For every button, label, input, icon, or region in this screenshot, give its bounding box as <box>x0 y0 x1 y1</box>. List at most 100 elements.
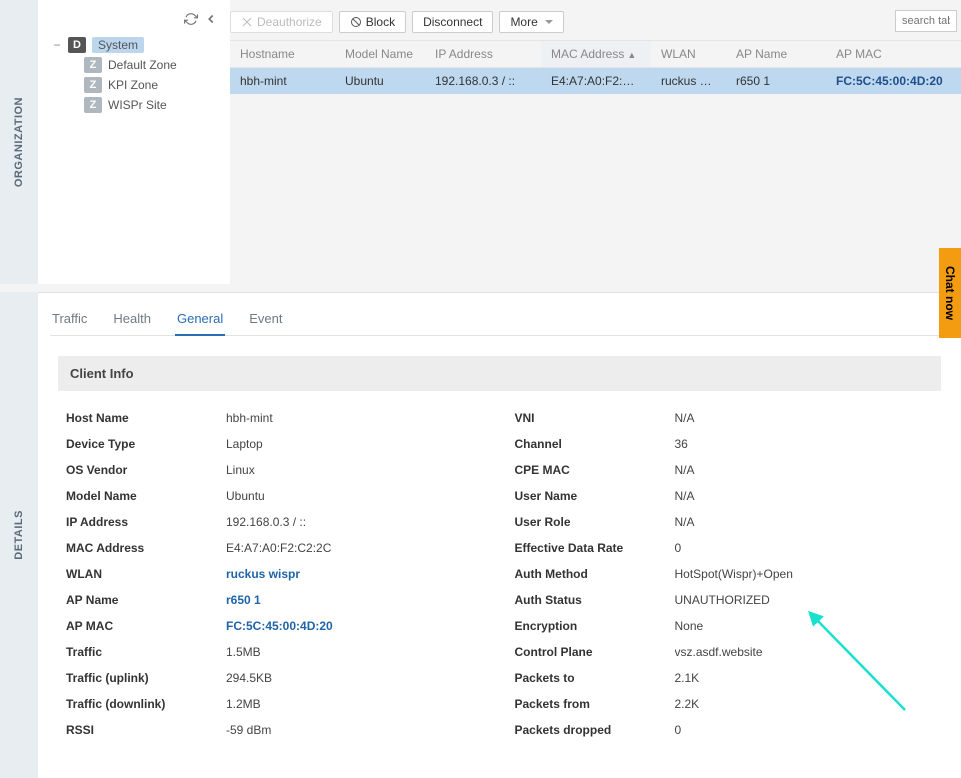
column-header[interactable]: Hostname <box>230 41 335 67</box>
more-button[interactable]: More <box>499 11 563 33</box>
refresh-icon[interactable] <box>184 12 198 31</box>
info-row: MAC AddressE4:A7:A0:F2:C2:2C <box>66 535 485 561</box>
details-vertical-tab[interactable]: DETAILS <box>0 292 38 778</box>
table-cell: r650 1 <box>726 68 826 94</box>
info-key: Encryption <box>515 619 675 633</box>
toolbar: Deauthorize Block Disconnect More <box>230 10 953 34</box>
details-panel: Traffic Health General Event Client Info Ho… <box>38 292 961 778</box>
info-value: 1.2MB <box>226 697 485 711</box>
info-value[interactable]: r650 1 <box>226 593 485 607</box>
info-row: Host Namehbh-mint <box>66 405 485 431</box>
info-value: 2.1K <box>675 671 934 685</box>
info-row: Channel36 <box>515 431 934 457</box>
info-row: WLANruckus wispr <box>66 561 485 587</box>
info-row: OS VendorLinux <box>66 457 485 483</box>
tree-root-label: System <box>92 37 144 53</box>
info-key: Control Plane <box>515 645 675 659</box>
info-row: User NameN/A <box>515 483 934 509</box>
info-value: HotSpot(Wispr)+Open <box>675 567 934 581</box>
info-key: Traffic (downlink) <box>66 697 226 711</box>
info-key: MAC Address <box>66 541 226 555</box>
table-cell: hbh-mint <box>230 68 335 94</box>
info-value: None <box>675 619 934 633</box>
tab-event[interactable]: Event <box>247 311 284 335</box>
info-value: 1.5MB <box>226 645 485 659</box>
info-value: Laptop <box>226 437 485 451</box>
info-row: RSSI-59 dBm <box>66 717 485 743</box>
table-cell: 192.168.0.3 / :: <box>425 68 541 94</box>
domain-badge: D <box>68 37 86 53</box>
organization-vertical-tab[interactable]: ORGANIZATION <box>0 0 38 284</box>
info-row: Model NameUbuntu <box>66 483 485 509</box>
column-header[interactable]: MAC Address▲ <box>541 41 651 67</box>
info-key: Channel <box>515 437 675 451</box>
info-value: vsz.asdf.website <box>675 645 934 659</box>
table-cell: ruckus … <box>651 68 726 94</box>
block-button[interactable]: Block <box>339 11 406 33</box>
info-value[interactable]: ruckus wispr <box>226 567 485 581</box>
info-value: -59 dBm <box>226 723 485 737</box>
chat-now-button[interactable]: Chat now <box>939 248 961 338</box>
tree-node-label: WISPr Site <box>108 98 167 112</box>
tab-traffic[interactable]: Traffic <box>50 311 89 335</box>
info-key: CPE MAC <box>515 463 675 477</box>
info-key: WLAN <box>66 567 226 581</box>
info-row: Traffic1.5MB <box>66 639 485 665</box>
search-input[interactable] <box>895 10 957 32</box>
info-row: Effective Data Rate0 <box>515 535 934 561</box>
expand-toggle-icon[interactable]: − <box>52 38 62 52</box>
tree-node[interactable]: ZKPI Zone <box>80 75 224 95</box>
column-header[interactable]: IP Address <box>425 41 541 67</box>
column-header[interactable]: AP Name <box>726 41 826 67</box>
info-row: Device TypeLaptop <box>66 431 485 457</box>
info-value: 294.5KB <box>226 671 485 685</box>
tab-health[interactable]: Health <box>111 311 153 335</box>
info-row: IP Address192.168.0.3 / :: <box>66 509 485 535</box>
sort-asc-icon: ▲ <box>627 50 636 60</box>
column-header[interactable]: WLAN <box>651 41 726 67</box>
table-row[interactable]: hbh-mintUbuntu192.168.0.3 / ::E4:A7:A0:F… <box>230 68 961 94</box>
info-key: OS Vendor <box>66 463 226 477</box>
zone-badge: Z <box>84 57 102 73</box>
collapse-icon[interactable] <box>204 12 218 31</box>
tree-node[interactable]: ZWISPr Site <box>80 95 224 115</box>
info-key: Traffic <box>66 645 226 659</box>
info-row: AP MACFC:5C:45:00:4D:20 <box>66 613 485 639</box>
tree-root[interactable]: − D System <box>48 35 224 55</box>
info-row: VNIN/A <box>515 405 934 431</box>
info-value[interactable]: FC:5C:45:00:4D:20 <box>226 619 485 633</box>
info-row: Traffic (downlink)1.2MB <box>66 691 485 717</box>
info-key: AP MAC <box>66 619 226 633</box>
info-row: Packets from2.2K <box>515 691 934 717</box>
table-cell: Ubuntu <box>335 68 425 94</box>
disconnect-button[interactable]: Disconnect <box>412 11 493 33</box>
info-value: N/A <box>675 411 934 425</box>
info-key: Packets from <box>515 697 675 711</box>
info-key: User Role <box>515 515 675 529</box>
info-key: Auth Method <box>515 567 675 581</box>
info-key: VNI <box>515 411 675 425</box>
info-value: 2.2K <box>675 697 934 711</box>
deauthorize-button: Deauthorize <box>230 11 333 33</box>
column-header[interactable]: Model Name <box>335 41 425 67</box>
info-key: Model Name <box>66 489 226 503</box>
zone-badge: Z <box>84 77 102 93</box>
column-header[interactable]: AP MAC <box>826 41 961 67</box>
info-key: Packets dropped <box>515 723 675 737</box>
info-key: Packets to <box>515 671 675 685</box>
table-cell: FC:5C:45:00:4D:20 <box>826 68 961 94</box>
info-value: hbh-mint <box>226 411 485 425</box>
info-row: Packets dropped0 <box>515 717 934 743</box>
info-row: Auth MethodHotSpot(Wispr)+Open <box>515 561 934 587</box>
info-key: Traffic (uplink) <box>66 671 226 685</box>
info-value: N/A <box>675 463 934 477</box>
info-value: UNAUTHORIZED <box>675 593 934 607</box>
tree-node[interactable]: ZDefault Zone <box>80 55 224 75</box>
info-key: RSSI <box>66 723 226 737</box>
info-value: E4:A7:A0:F2:C2:2C <box>226 541 485 555</box>
info-row: User RoleN/A <box>515 509 934 535</box>
tab-general[interactable]: General <box>175 311 225 336</box>
info-value: 0 <box>675 541 934 555</box>
info-key: Auth Status <box>515 593 675 607</box>
section-header: Client Info <box>58 356 941 391</box>
